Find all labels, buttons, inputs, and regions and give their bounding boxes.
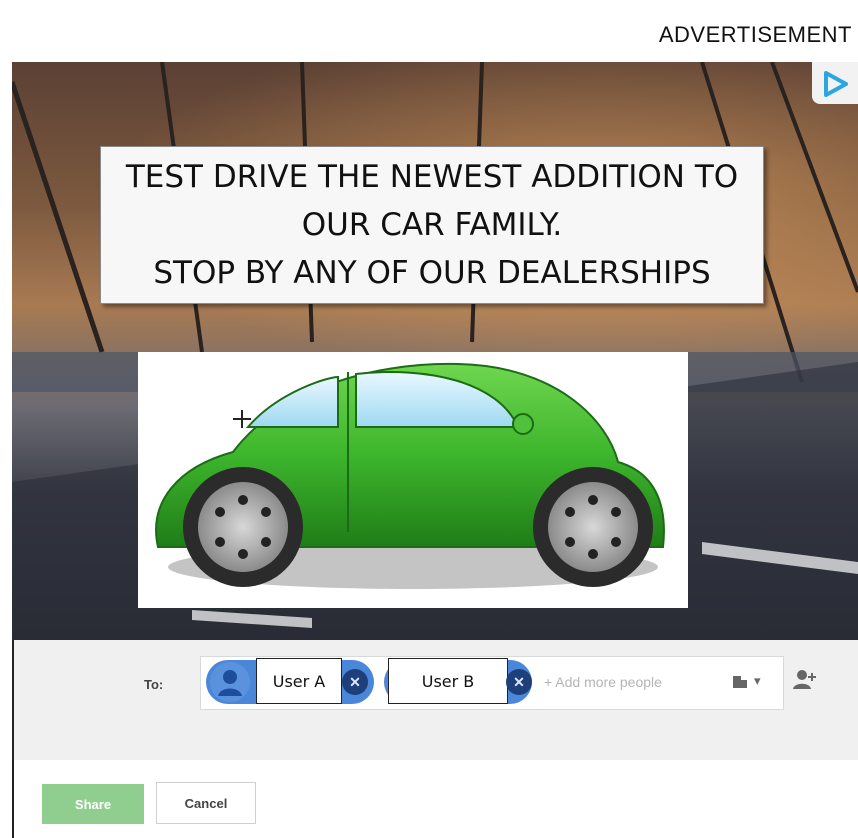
to-label: To:: [144, 677, 164, 692]
building-icon: [733, 676, 747, 688]
ad-headline-box: TEST DRIVE THE NEWEST ADDITION TO OUR CA…: [100, 146, 764, 304]
ad-headline-line-1: TEST DRIVE THE NEWEST ADDITION TO: [125, 159, 739, 195]
remove-recipient-user-b-icon[interactable]: ✕: [506, 669, 532, 695]
ad-headline-line-3: STOP BY ANY OF OUR DEALERSHIPS: [153, 255, 711, 291]
green-car-illustration: [155, 362, 665, 589]
advertisement-banner[interactable]: TEST DRIVE THE NEWEST ADDITION TO OUR CA…: [12, 62, 858, 640]
adchoices-button[interactable]: [812, 62, 858, 104]
add-more-people-input[interactable]: + Add more people: [544, 674, 662, 690]
ad-headline-line-2: OUR CAR FAMILY.: [301, 207, 563, 243]
cancel-button[interactable]: Cancel: [156, 782, 256, 824]
dialog-left-border: [12, 640, 14, 838]
share-button[interactable]: Share: [42, 784, 144, 824]
left-margin: [0, 0, 12, 838]
avatar-icon: [210, 662, 250, 702]
visibility-dropdown[interactable]: ▾: [732, 668, 776, 694]
adchoices-icon: [824, 71, 848, 97]
advertisement-label: ADVERTISEMENT: [658, 22, 852, 47]
add-person-icon[interactable]: [792, 667, 818, 693]
car-image: [138, 352, 688, 608]
remove-recipient-user-a-icon[interactable]: ✕: [342, 669, 368, 695]
recipient-name-user-a: User A: [256, 658, 342, 704]
recipient-name-user-b: User B: [388, 658, 508, 704]
chevron-down-icon: ▾: [754, 673, 761, 688]
